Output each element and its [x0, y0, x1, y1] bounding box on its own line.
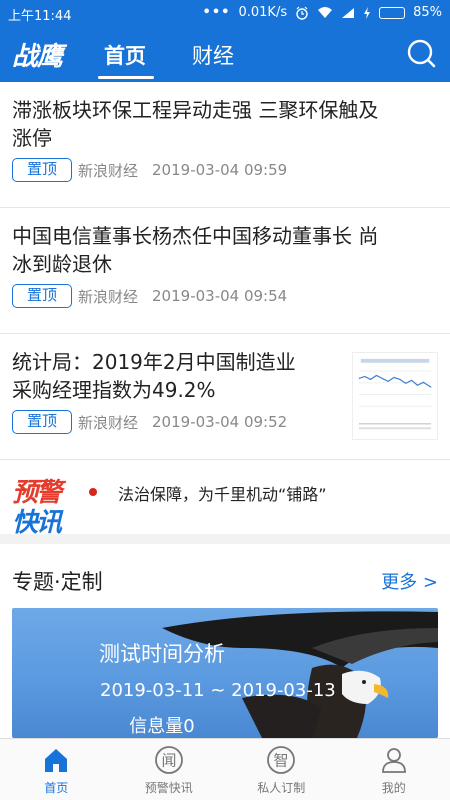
- more-notifications-icon: •••: [202, 5, 231, 20]
- tab-home[interactable]: 首页: [104, 40, 146, 70]
- news-title-line: 中国电信董事长杨杰任中国移动董事长 尚: [12, 224, 379, 248]
- news-item[interactable]: 统计局：2019年2月中国制造业 采购经理指数为49.2% 置顶 新浪财经 20…: [0, 334, 450, 460]
- custom-icon: 智: [267, 746, 296, 774]
- banner-title: 测试时间分析: [99, 642, 225, 666]
- news-meta: 置顶 新浪财经 2019-03-04 09:52: [12, 410, 287, 434]
- tab-finance[interactable]: 财经: [192, 40, 234, 70]
- news-title-line: 滞涨板块环保工程异动走强 三聚环保触及: [12, 98, 379, 122]
- news-time: 2019-03-04 09:52: [152, 413, 288, 431]
- alert-news-icon: 闻: [154, 746, 183, 774]
- news-source: 新浪财经: [78, 287, 139, 306]
- alert-logo-line: 快讯: [12, 508, 62, 538]
- pmi-chart-thumbnail: [352, 352, 438, 440]
- network-speed: 0.01K/s: [238, 5, 288, 20]
- alert-dot-icon: [89, 488, 97, 496]
- news-time: 2019-03-04 09:54: [152, 287, 288, 305]
- news-title-line: 冰到龄退休: [12, 252, 112, 276]
- pinned-badge: 置顶: [12, 284, 72, 308]
- nav-item-profile[interactable]: 我的: [338, 739, 450, 800]
- alert-ticker[interactable]: 预警 快讯 法治保障，为千里机动“铺路”: [0, 460, 450, 544]
- news-title-line: 采购经理指数为49.2%: [12, 378, 216, 402]
- wifi-icon: [318, 7, 333, 18]
- news-source: 新浪财经: [78, 161, 139, 180]
- news-title-line: 统计局：2019年2月中国制造业: [12, 350, 296, 374]
- news-item[interactable]: 滞涨板块环保工程异动走强 三聚环保触及 涨停 置顶 新浪财经 2019-03-0…: [0, 82, 450, 208]
- search-icon[interactable]: [406, 38, 436, 68]
- news-title-line: 涨停: [12, 126, 52, 150]
- custom-glyph: 智: [274, 752, 289, 770]
- bottom-nav: 首页 闻 预警快讯 智 私人订制 我的: [0, 738, 450, 800]
- status-icons: ••• 0.01K/s 85%: [203, 5, 442, 20]
- alert-news-glyph: 闻: [161, 752, 176, 770]
- battery-icon: [379, 6, 406, 19]
- nav-label: 私人订制: [257, 781, 306, 795]
- alert-headline: 法治保障，为千里机动“铺路”: [118, 485, 327, 504]
- app-header: 战鹰 首页 财经: [0, 26, 450, 82]
- nav-label: 首页: [44, 781, 69, 795]
- nav-label: 预警快讯: [144, 781, 193, 795]
- app-logo: 战鹰: [12, 42, 63, 72]
- signal-icon: [342, 7, 355, 18]
- news-title: 统计局：2019年2月中国制造业 采购经理指数为49.2%: [12, 348, 332, 404]
- pinned-badge: 置顶: [12, 410, 72, 434]
- active-tab-indicator: [98, 76, 154, 79]
- nav-label: 我的: [381, 781, 406, 795]
- banner-info-count: 信息量0: [129, 716, 195, 737]
- nav-item-home[interactable]: 首页: [0, 739, 113, 800]
- banner-date-range: 2019-03-11 ~ 2019-03-13: [100, 680, 336, 701]
- alert-news-logo: 预警 快讯: [12, 472, 76, 538]
- news-meta: 置顶 新浪财经 2019-03-04 09:54: [12, 284, 287, 308]
- news-title: 中国电信董事长杨杰任中国移动董事长 尚 冰到龄退休: [12, 222, 438, 278]
- nav-item-alert-news[interactable]: 闻 预警快讯: [113, 739, 226, 800]
- news-source: 新浪财经: [78, 413, 139, 432]
- battery-percent: 85%: [413, 5, 442, 20]
- status-bar: 上午11:44 ••• 0.01K/s 85%: [0, 0, 450, 26]
- status-time: 上午11:44: [8, 9, 72, 24]
- profile-icon: [381, 748, 406, 773]
- section-title: 专题·定制: [12, 570, 103, 594]
- pinned-badge: 置顶: [12, 158, 72, 182]
- home-icon: [45, 749, 68, 772]
- news-time: 2019-03-04 09:59: [152, 161, 288, 179]
- topic-banner[interactable]: 测试时间分析 2019-03-11 ~ 2019-03-13 信息量0: [12, 608, 438, 738]
- topic-section-header: 专题·定制 更多 >: [0, 554, 450, 606]
- more-link[interactable]: 更多 >: [381, 568, 438, 594]
- news-title: 滞涨板块环保工程异动走强 三聚环保触及 涨停: [12, 96, 438, 152]
- nav-item-custom[interactable]: 智 私人订制: [225, 739, 338, 800]
- news-meta: 置顶 新浪财经 2019-03-04 09:59: [12, 158, 287, 182]
- news-item[interactable]: 中国电信董事长杨杰任中国移动董事长 尚 冰到龄退休 置顶 新浪财经 2019-0…: [0, 208, 450, 334]
- charging-icon: [364, 6, 371, 19]
- alarm-icon: [296, 6, 308, 20]
